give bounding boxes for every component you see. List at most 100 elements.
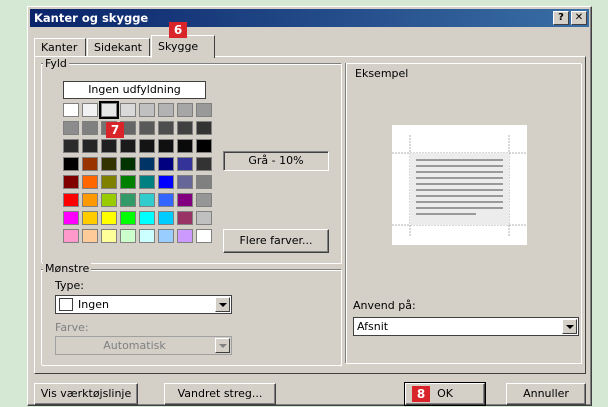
apply-to-label: Anvend på: [353,299,416,312]
color-swatch[interactable] [82,175,98,189]
color-swatch[interactable] [196,157,212,171]
type-value: Ingen [78,298,109,311]
preview-page-icon [392,135,527,237]
color-swatch[interactable] [177,157,193,171]
color-swatch[interactable] [82,157,98,171]
fill-group-label: Fyld [43,57,69,70]
tab-kanter[interactable]: Kanter [34,38,86,57]
color-swatch[interactable] [177,175,193,189]
color-swatch[interactable] [139,103,155,117]
color-swatch[interactable] [139,193,155,207]
cancel-button[interactable]: Annuller [506,383,586,405]
color-swatch[interactable] [101,193,117,207]
color-swatch[interactable] [120,229,136,243]
tab-sidekant[interactable]: Sidekant [87,38,150,57]
dialog-title: Kanter og skygge [34,11,149,25]
color-swatch[interactable] [139,211,155,225]
color-swatch[interactable] [158,139,174,153]
help-button[interactable]: ? [553,11,569,25]
apply-to-value: Afsnit [357,320,389,333]
color-swatch[interactable] [82,103,98,117]
color-swatch[interactable] [120,193,136,207]
no-fill-button[interactable]: Ingen udfyldning [63,81,206,99]
color-swatch[interactable] [101,139,117,153]
dialog-window: Kanter og skygge ? ✕ Kanter Sidekant Sky… [27,6,592,406]
color-swatch[interactable] [101,229,117,243]
color-swatch[interactable] [101,175,117,189]
color-swatch[interactable] [120,103,136,117]
color-swatch[interactable] [120,139,136,153]
color-swatch[interactable] [120,157,136,171]
color-swatch[interactable] [158,121,174,135]
color-swatch[interactable] [82,121,98,135]
color-swatch[interactable] [139,139,155,153]
chevron-down-icon[interactable] [562,319,577,334]
chevron-down-icon [215,338,230,353]
color-swatch[interactable] [139,229,155,243]
color-swatch[interactable] [177,121,193,135]
callout-badge-7: 7 [106,122,124,138]
color-swatch[interactable] [139,121,155,135]
more-colors-button[interactable]: Flere farver... [223,229,329,253]
pattern-color-value: Automatisk [103,339,166,352]
color-swatch[interactable] [158,157,174,171]
ok-label: OK [437,387,453,400]
color-swatch[interactable] [82,229,98,243]
color-swatch[interactable] [82,139,98,153]
color-swatch[interactable] [63,121,79,135]
color-swatch[interactable] [63,175,79,189]
color-swatch[interactable] [196,103,212,117]
horizontal-line-button[interactable]: Vandret streg... [164,383,276,405]
color-swatch[interactable] [177,103,193,117]
color-swatch[interactable] [101,157,117,171]
color-swatch[interactable] [139,175,155,189]
color-palette [63,101,238,247]
callout-badge-8: 8 [412,386,430,402]
color-swatch[interactable] [158,229,174,243]
preview-box [392,125,527,245]
color-swatch[interactable] [120,175,136,189]
color-swatch[interactable] [63,211,79,225]
close-button[interactable]: ✕ [571,11,587,25]
pattern-swatch [59,298,73,311]
color-swatch[interactable] [82,211,98,225]
pattern-group-label: Mønstre [43,262,92,275]
chevron-down-icon[interactable] [215,297,230,312]
color-swatch[interactable] [177,229,193,243]
color-swatch[interactable] [99,101,119,119]
color-swatch[interactable] [196,121,212,135]
color-swatch[interactable] [63,103,79,117]
show-toolbar-button[interactable]: Vis værktøjslinje [34,383,138,405]
title-bar: Kanter og skygge ? ✕ [30,9,589,27]
tab-panel: Fyld Ingen udfyldning 7 Grå - 10% Flere … [34,56,586,374]
color-swatch[interactable] [120,211,136,225]
callout-badge-6: 6 [169,22,187,38]
selected-color-name: Grå - 10% [223,151,329,171]
pattern-color-select[interactable]: Automatisk [55,336,232,355]
color-swatch[interactable] [177,139,193,153]
type-label: Type: [55,279,84,292]
color-swatch[interactable] [196,139,212,153]
color-swatch[interactable] [196,193,212,207]
type-select[interactable]: Ingen [55,295,232,314]
color-swatch[interactable] [196,229,212,243]
color-swatch[interactable] [101,211,117,225]
color-swatch[interactable] [177,193,193,207]
color-swatch[interactable] [139,157,155,171]
color-swatch[interactable] [82,193,98,207]
color-label: Farve: [55,321,89,334]
color-swatch[interactable] [158,103,174,117]
color-swatch[interactable] [63,229,79,243]
apply-to-select[interactable]: Afsnit [353,317,579,336]
color-swatch[interactable] [158,193,174,207]
color-swatch[interactable] [158,211,174,225]
tab-skygge[interactable]: Skygge [151,35,215,58]
color-swatch[interactable] [177,211,193,225]
color-swatch[interactable] [158,175,174,189]
color-swatch[interactable] [196,211,212,225]
color-swatch[interactable] [63,157,79,171]
color-swatch[interactable] [196,175,212,189]
color-swatch[interactable] [63,193,79,207]
preview-group-label: Eksempel [353,67,411,80]
color-swatch[interactable] [63,139,79,153]
